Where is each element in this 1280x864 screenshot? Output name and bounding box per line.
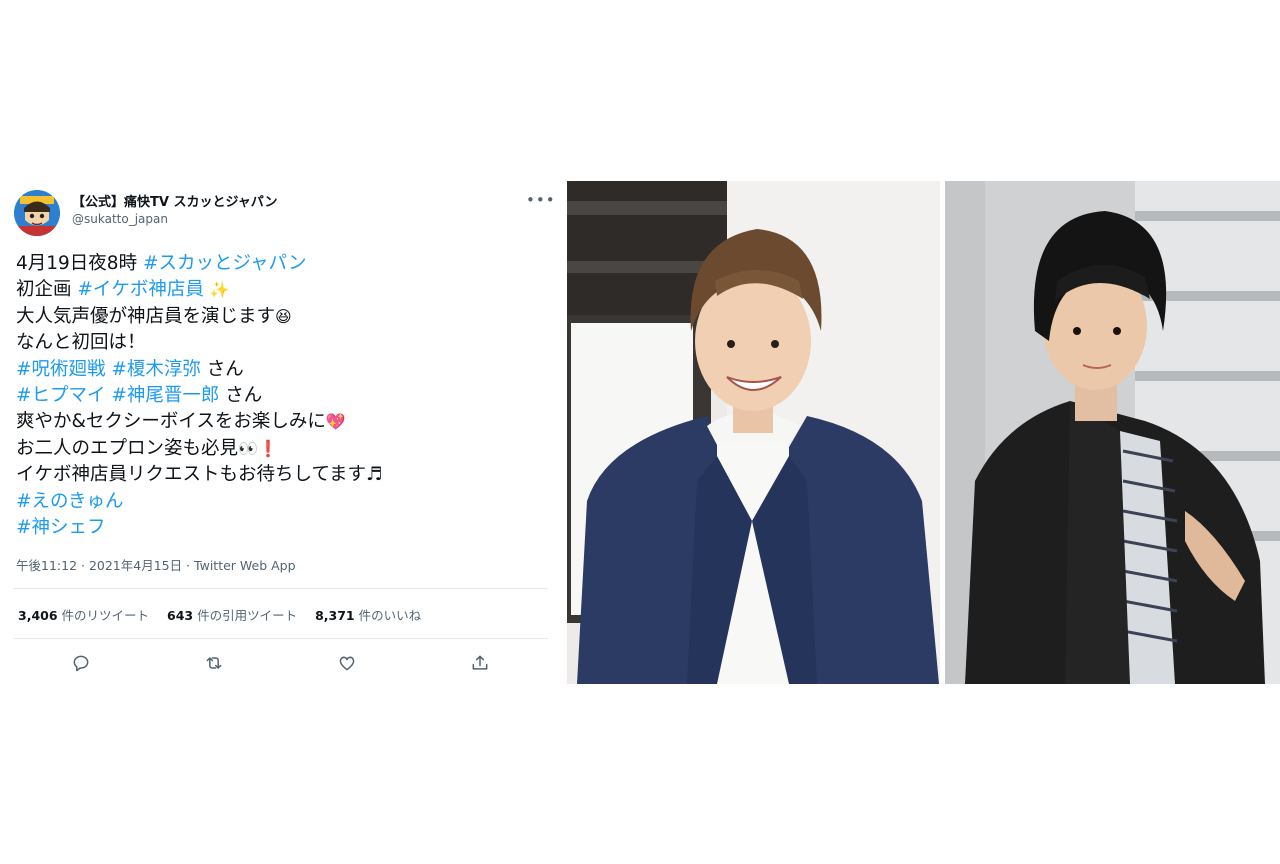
line-text: 4月19日夜8時 [16, 253, 143, 274]
tweet-line: 爽やか&セクシーボイスをお楽しみに💖 [16, 409, 536, 435]
tweet-timestamp[interactable]: 午後11:12 · 2021年4月15日 · Twitter Web App [16, 555, 296, 574]
tweet-line: 4月19日夜8時 #スカッとジャパン [16, 251, 536, 277]
stat-number: 643 [167, 608, 194, 623]
laughing-emoji: 😆 [275, 306, 292, 326]
photo-kamio-shinichiro[interactable] [945, 181, 1280, 684]
heart-icon [339, 656, 355, 671]
line-text: 初企画 [16, 279, 78, 301]
portrait-photo-image [567, 181, 940, 684]
retweet-button[interactable] [200, 649, 228, 677]
eyes-exclamation-emoji: 👀❗ [238, 438, 278, 458]
tweet-line: お二人のエプロン姿も必見👀❗ [16, 436, 536, 462]
tweet-line: #ヒプマイ #神尾晋一郎 さん [16, 383, 536, 409]
reply-button[interactable] [67, 649, 95, 677]
divider [14, 588, 548, 589]
tweet-card: 【公式】痛快TV スカッとジャパン @sukatto_japan ••• 4月1… [0, 181, 555, 684]
sparkling-heart-emoji: 💖 [325, 412, 346, 432]
sparkles-emoji: ✨ [209, 280, 230, 300]
reply-icon [73, 655, 89, 672]
share-icon [472, 655, 488, 670]
hashtag-link[interactable]: #スカッとジャパン [143, 253, 307, 274]
line-text: 大人気声優が神店員を演じます [16, 305, 276, 327]
tweet-line: #えのきゅん [16, 489, 536, 515]
engagement-stats: 3,406 件のリツイート 643 件の引用ツイート 8,371 件のいいね [18, 605, 435, 624]
hashtag-link[interactable]: #えのきゅん [16, 491, 123, 512]
user-handle[interactable]: @sukatto_japan [72, 212, 168, 226]
tweet-action-bar [0, 649, 548, 677]
stat-number: 3,406 [18, 608, 58, 623]
display-name[interactable]: 【公式】痛快TV スカッとジャパン [72, 191, 277, 210]
stat-label: 件のいいね [354, 608, 422, 623]
tweet-line: #呪術廻戦 #榎木淳弥 さん [16, 357, 536, 383]
tweet-line: 大人気声優が神店員を演じます😆 [16, 304, 536, 330]
stat-number: 8,371 [315, 608, 355, 623]
hashtag-link[interactable]: #ヒプマイ #神尾晋一郎 [16, 385, 219, 406]
tweet-line: イケボ神店員リクエストもお待ちしてます♬ [16, 462, 536, 488]
line-text: お二人のエプロン姿も必見 [16, 437, 239, 459]
line-text: 爽やか&セクシーボイスをお楽しみに [16, 411, 326, 433]
tweet-line: 初企画 #イケボ神店員 ✨ [16, 277, 536, 303]
quote-tweet-count-link[interactable]: 643 件の引用ツイート [167, 608, 297, 623]
more-options-button[interactable]: ••• [526, 191, 556, 209]
tweet-line: #神シェフ [16, 515, 536, 541]
retweet-icon [206, 657, 222, 669]
line-text: なんと初回は！ [16, 332, 146, 354]
like-count-link[interactable]: 8,371 件のいいね [315, 608, 421, 623]
stat-label: 件のリツイート [57, 608, 150, 623]
tweet-text: 4月19日夜8時 #スカッとジャパン 初企画 #イケボ神店員 ✨ 大人気声優が神… [16, 251, 536, 541]
tweet-line: なんと初回は！ [16, 330, 536, 356]
like-button[interactable] [333, 649, 361, 677]
hashtag-link[interactable]: #神シェフ [16, 517, 106, 538]
hashtag-link[interactable]: #イケボ神店員 [77, 279, 204, 300]
line-text: さん [219, 385, 263, 407]
hashtag-link[interactable]: #呪術廻戦 #榎木淳弥 [16, 359, 201, 380]
avatar-illustration-icon [14, 190, 60, 236]
retweet-count-link[interactable]: 3,406 件のリツイート [18, 608, 149, 623]
divider [14, 638, 548, 639]
profile-avatar[interactable] [14, 190, 60, 236]
share-button[interactable] [466, 649, 494, 677]
photo-enoki-junya[interactable] [567, 181, 940, 684]
portrait-photo-image [945, 181, 1280, 684]
line-text: さん [200, 358, 244, 380]
stat-label: 件の引用ツイート [193, 608, 298, 623]
line-text: イケボ神店員リクエストもお待ちしてます♬ [16, 464, 383, 486]
